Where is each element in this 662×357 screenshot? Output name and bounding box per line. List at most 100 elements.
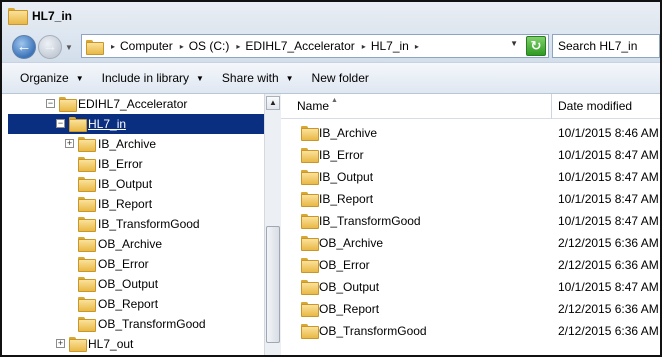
folder-icon <box>301 324 319 339</box>
sort-ascending-icon: ▲ <box>331 97 338 104</box>
file-date: 10/1/2015 8:47 AM <box>558 214 659 228</box>
folder-icon <box>78 257 96 272</box>
file-name: OB_Report <box>319 302 380 316</box>
chevron-right-icon: ▸ <box>414 41 419 51</box>
collapse-icon[interactable]: − <box>56 119 65 128</box>
address-dropdown-icon[interactable]: ▼ <box>510 39 518 48</box>
folder-icon <box>301 302 319 317</box>
tree-item-ib-error[interactable]: IB_Error <box>2 154 264 174</box>
file-name: IB_TransformGood <box>319 214 421 228</box>
tree-item-label: OB_Error <box>98 257 149 271</box>
tree-item-ob-output[interactable]: OB_Output <box>2 274 264 294</box>
organize-menu-button[interactable]: Organize ▼ <box>20 71 84 85</box>
column-header-name[interactable]: Name <box>297 99 329 113</box>
breadcrumb-label: Computer <box>120 39 173 53</box>
file-row[interactable]: OB_Report 2/12/2015 6:36 AM <box>281 298 660 320</box>
tree-item-ib-transformgood[interactable]: IB_TransformGood <box>2 214 264 234</box>
file-date: 2/12/2015 6:36 AM <box>558 302 659 316</box>
folder-icon <box>78 217 96 232</box>
new-folder-button[interactable]: New folder <box>312 71 369 85</box>
folder-icon <box>78 237 96 252</box>
file-row[interactable]: IB_Report 10/1/2015 8:47 AM <box>281 188 660 210</box>
scrollbar-thumb[interactable] <box>266 226 280 343</box>
forward-button[interactable]: → <box>38 35 62 59</box>
address-bar[interactable]: ▸ Computer ▸ OS (C:) ▸ EDIHL7_Accelerato… <box>81 34 549 58</box>
navigation-pane: − EDIHL7_Accelerator − HL7_in + IB_Archi… <box>2 94 264 355</box>
share-with-label: Share with <box>221 71 279 85</box>
command-bar: Organize ▼ Include in library ▼ Share with… <box>2 62 660 94</box>
file-date: 10/1/2015 8:47 AM <box>558 148 659 162</box>
breadcrumb-computer[interactable]: Computer <box>120 39 173 53</box>
breadcrumb-label: HL7_in <box>370 39 409 53</box>
folder-icon <box>301 258 319 273</box>
file-row[interactable]: OB_Archive 2/12/2015 6:36 AM <box>281 232 660 254</box>
file-name: OB_TransformGood <box>319 324 427 338</box>
chevron-right-icon: ▸ <box>179 41 184 51</box>
new-folder-label: New folder <box>311 71 369 85</box>
file-list-pane: Name ▲ Date modified IB_Archive 10/1/201… <box>281 94 660 355</box>
file-row[interactable]: IB_Archive 10/1/2015 8:46 AM <box>281 122 660 144</box>
file-row[interactable]: IB_TransformGood 10/1/2015 8:47 AM <box>281 210 660 232</box>
search-input[interactable]: Search HL7_in <box>552 34 660 58</box>
tree-item-ob-transformgood[interactable]: OB_TransformGood <box>2 314 264 334</box>
tree-item-hl7-in[interactable]: − HL7_in <box>8 114 264 134</box>
collapse-icon[interactable]: − <box>46 99 55 108</box>
column-divider[interactable] <box>551 94 552 119</box>
tree-item-hl7-out[interactable]: + HL7_out <box>2 334 264 354</box>
column-header-row: Name ▲ Date modified <box>281 94 660 119</box>
breadcrumb-label: OS (C:) <box>188 39 230 53</box>
tree-item-ib-output[interactable]: IB_Output <box>2 174 264 194</box>
file-row[interactable]: IB_Error 10/1/2015 8:47 AM <box>281 144 660 166</box>
breadcrumb-edihl7-accelerator[interactable]: ▸ EDIHL7_Accelerator <box>236 39 354 53</box>
folder-icon <box>78 137 96 152</box>
folder-icon <box>301 170 319 185</box>
folder-icon <box>301 236 319 251</box>
tree-item-label: HL7_in <box>88 117 127 131</box>
organize-label: Organize <box>20 71 69 85</box>
tree-item-label: EDIHL7_Accelerator <box>78 97 188 111</box>
folder-icon <box>301 126 319 141</box>
folder-icon <box>78 157 96 172</box>
breadcrumb-separator[interactable]: ▸ <box>111 42 120 51</box>
file-row[interactable]: OB_Error 2/12/2015 6:36 AM <box>281 254 660 276</box>
file-name: IB_Output <box>319 170 374 184</box>
file-row[interactable]: OB_TransformGood 2/12/2015 6:36 AM <box>281 320 660 342</box>
breadcrumb-label: EDIHL7_Accelerator <box>245 39 355 53</box>
breadcrumb-hl7-in[interactable]: ▸ HL7_in ▸ <box>362 39 424 53</box>
tree-item-label: IB_Error <box>98 157 143 171</box>
folder-icon <box>8 8 28 25</box>
tree-item-label: OB_Output <box>98 277 159 291</box>
file-name: OB_Error <box>319 258 370 272</box>
navigation-scrollbar[interactable]: ▲ <box>264 94 281 355</box>
folder-icon <box>86 39 104 55</box>
scroll-up-icon[interactable]: ▲ <box>266 96 280 110</box>
tree-item-label: IB_Archive <box>98 137 157 151</box>
caret-down-icon: ▼ <box>196 73 204 83</box>
file-row[interactable]: IB_Output 10/1/2015 8:47 AM <box>281 166 660 188</box>
tree-item-ob-report[interactable]: OB_Report <box>2 294 264 314</box>
file-name: OB_Output <box>319 280 380 294</box>
tree-item-ib-archive[interactable]: + IB_Archive <box>2 134 264 154</box>
breadcrumb-os-c[interactable]: ▸ OS (C:) <box>180 39 230 53</box>
tree-item-ob-error[interactable]: OB_Error <box>2 254 264 274</box>
caret-down-icon: ▼ <box>75 73 84 83</box>
expand-icon[interactable]: + <box>56 339 65 348</box>
share-with-button[interactable]: Share with ▼ <box>222 71 294 85</box>
file-date: 2/12/2015 6:36 AM <box>558 324 659 338</box>
include-in-library-button[interactable]: Include in library ▼ <box>102 71 204 85</box>
tree-item-ib-report[interactable]: IB_Report <box>2 194 264 214</box>
refresh-button[interactable]: ↻ <box>526 36 546 56</box>
recent-pages-chevron-icon[interactable]: ▼ <box>65 43 73 52</box>
folder-icon <box>78 317 96 332</box>
tree-item-label: IB_TransformGood <box>98 217 200 231</box>
file-row[interactable]: OB_Output 10/1/2015 8:47 AM <box>281 276 660 298</box>
back-arrow-icon: ← <box>16 38 32 55</box>
include-in-library-label: Include in library <box>101 71 189 85</box>
file-name: IB_Report <box>319 192 374 206</box>
column-header-date-modified[interactable]: Date modified <box>558 99 632 113</box>
expand-icon[interactable]: + <box>65 139 74 148</box>
back-button[interactable]: ← <box>12 35 36 59</box>
tree-item-ob-archive[interactable]: OB_Archive <box>2 234 264 254</box>
tree-item-label: OB_Archive <box>98 237 163 251</box>
tree-item-edihl7-accelerator[interactable]: − EDIHL7_Accelerator <box>2 94 264 114</box>
